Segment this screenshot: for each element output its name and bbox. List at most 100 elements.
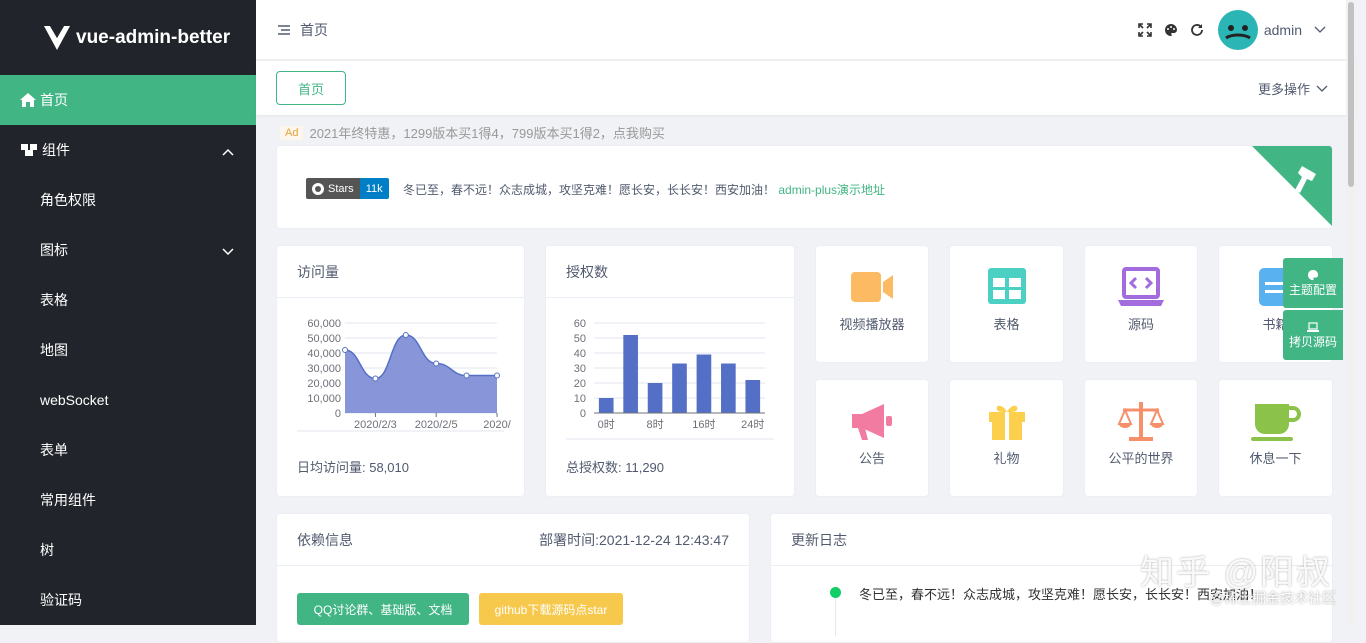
vue-logo-icon	[44, 25, 70, 50]
avatar[interactable]	[1217, 10, 1258, 50]
shortcut-label: 休息一下	[1249, 451, 1302, 466]
y-tick-label: 10	[574, 393, 586, 405]
refresh-icon[interactable]	[1190, 23, 1204, 37]
sidebar-item-map[interactable]: 地图	[0, 325, 256, 375]
shortcut-table[interactable]: 表格	[949, 245, 1064, 363]
y-tick-label: 50	[574, 333, 586, 345]
shortcut-video[interactable]: 视频播放器	[815, 245, 929, 363]
y-tick-label: 30,000	[307, 363, 341, 375]
more-actions-dropdown[interactable]: 更多操作	[1258, 79, 1328, 98]
visits-chart: 0 10,000 20,000 30,000 40,000 50,000 60,000 202…	[297, 318, 512, 432]
sidebar-item-label: webSocket	[40, 392, 109, 408]
x-tick-label: 16时	[692, 418, 715, 431]
data-point	[402, 332, 409, 338]
fullscreen-icon[interactable]	[1138, 23, 1152, 37]
scrollbar-thumb[interactable]	[1348, 2, 1354, 187]
shortcut-fair-world[interactable]: 公平的世界	[1084, 379, 1198, 497]
sidebar-item-permissions[interactable]: 角色权限	[0, 175, 256, 225]
watermark-sub: @稀土掘金技术社区	[1209, 590, 1336, 606]
sidebar-item-table[interactable]: 表格	[0, 275, 256, 325]
auth-footer: 总授权数: 11,290	[566, 460, 665, 475]
username[interactable]: admin	[1264, 22, 1302, 38]
shortcut-label: 源码	[1127, 317, 1154, 332]
x-tick-label: 24时	[741, 418, 764, 431]
data-point	[372, 375, 379, 382]
x-tick-label: 2020/2/5	[415, 419, 458, 431]
sidebar-item-label: 表单	[40, 442, 68, 458]
bar	[721, 363, 736, 413]
sidebar-item-components[interactable]: 组件	[0, 125, 256, 175]
visits-area	[345, 335, 497, 413]
sidebar-item-label: 树	[40, 542, 54, 558]
watermark-main: 知乎 @阳叔	[1140, 554, 1332, 592]
sidebar-item-common-components[interactable]: 常用组件	[0, 475, 256, 525]
laptop-icon	[1307, 321, 1319, 332]
y-tick-label: 20,000	[307, 378, 341, 390]
palette-icon	[1307, 269, 1319, 280]
sidebar-item-websocket[interactable]: webSocket	[0, 375, 256, 425]
theme-config-label: 主题配置	[1288, 282, 1337, 297]
page-scrollbar[interactable]	[1346, 0, 1356, 625]
data-point	[342, 347, 348, 353]
bar	[745, 380, 761, 413]
visits-card: 访问量 0 10,000 20,000 30,000 40,000 50,000 60,00…	[276, 245, 525, 497]
shortcut-rest[interactable]: 休息一下	[1218, 379, 1333, 497]
deps-card: 依赖信息 部署时间:2021-12-24 12:43:47 QQ讨论群、基础版、…	[276, 513, 750, 643]
bullhorn-icon	[852, 404, 892, 440]
shortcut-label: 礼物	[993, 451, 1020, 466]
chevron-down-icon[interactable]	[1314, 26, 1326, 34]
auth-card: 授权数 0 10 20 30 40 50 60 0时 8时 16时 24时 总授权数: 11,290	[545, 245, 795, 497]
y-tick-label: 10,000	[307, 393, 341, 405]
timeline-dot	[830, 587, 841, 598]
brand-name: vue-admin-better	[76, 26, 231, 48]
home-icon	[20, 93, 36, 107]
menu-fold-icon[interactable]	[278, 24, 290, 35]
sidebar-item-label: 首页	[40, 92, 68, 108]
shortcut-source[interactable]: 源码	[1084, 245, 1198, 363]
stars-count: 11k	[359, 178, 389, 199]
shortcut-label: 公告	[858, 451, 885, 466]
coffee-icon	[1250, 404, 1301, 441]
tab-home[interactable]: 首页	[276, 71, 346, 105]
visits-title: 访问量	[277, 246, 524, 298]
y-tick-label: 60	[574, 318, 586, 330]
breadcrumb[interactable]: 首页	[300, 20, 328, 40]
sidebar-item-label: 验证码	[40, 592, 82, 608]
sidebar-item-captcha[interactable]: 验证码	[0, 575, 256, 625]
notice-text: 冬已至，春不远！众志成城，攻坚克难！愿长安，长长安！西安加油！	[403, 183, 776, 197]
timeline-line	[835, 596, 836, 636]
x-tick-label: 8时	[647, 418, 664, 431]
notice-text-row: 冬已至，春不远！众志成城，攻坚克难！愿长安，长长安！西安加油！ admin-pl…	[403, 181, 885, 198]
bar	[696, 354, 712, 413]
github-stars-badge[interactable]: Stars 11k	[306, 178, 389, 199]
bar	[647, 383, 663, 413]
brand-logo[interactable]: vue-admin-better	[0, 0, 256, 75]
y-tick-label: 0	[580, 408, 586, 420]
sidebar-item-label: 组件	[42, 142, 70, 158]
sidebar: vue-admin-better 首页 组件 角色权限 图标 表格 地图 web…	[0, 0, 256, 625]
x-tick-label: 2020/2/3	[354, 419, 397, 431]
y-tick-label: 50,000	[307, 333, 341, 345]
sidebar-item-home[interactable]: 首页	[0, 75, 256, 125]
auth-chart: 0 10 20 30 40 50 60 0时 8时 16时 24时	[566, 318, 774, 440]
deps-title: 依赖信息	[297, 531, 353, 548]
qq-group-button[interactable]: QQ讨论群、基础版、文档	[297, 593, 469, 625]
cubes-icon	[20, 143, 38, 157]
sidebar-item-label: 常用组件	[40, 492, 96, 508]
admin-plus-link[interactable]: admin-plus演示地址	[778, 183, 885, 197]
github-corner-icon[interactable]	[1252, 146, 1332, 226]
y-tick-label: 60,000	[307, 318, 341, 330]
sidebar-item-form[interactable]: 表单	[0, 425, 256, 475]
ad-banner[interactable]: Ad 2021年终特惠，1299版本买1得4，799版本买1得2，点我购买	[280, 123, 665, 142]
auth-title: 授权数	[546, 246, 794, 298]
sidebar-item-icons[interactable]: 图标	[0, 225, 256, 275]
copy-source-button[interactable]: 拷贝源码	[1283, 310, 1343, 360]
shortcut-notice[interactable]: 公告	[815, 379, 929, 497]
bar	[672, 363, 687, 413]
sidebar-item-tree[interactable]: 树	[0, 525, 256, 575]
shortcut-gift[interactable]: 礼物	[949, 379, 1064, 497]
palette-icon[interactable]	[1164, 23, 1178, 37]
deps-header: 依赖信息 部署时间:2021-12-24 12:43:47	[277, 514, 749, 566]
theme-config-button[interactable]: 主题配置	[1283, 258, 1343, 308]
github-download-button[interactable]: github下载源码点star	[479, 593, 623, 625]
